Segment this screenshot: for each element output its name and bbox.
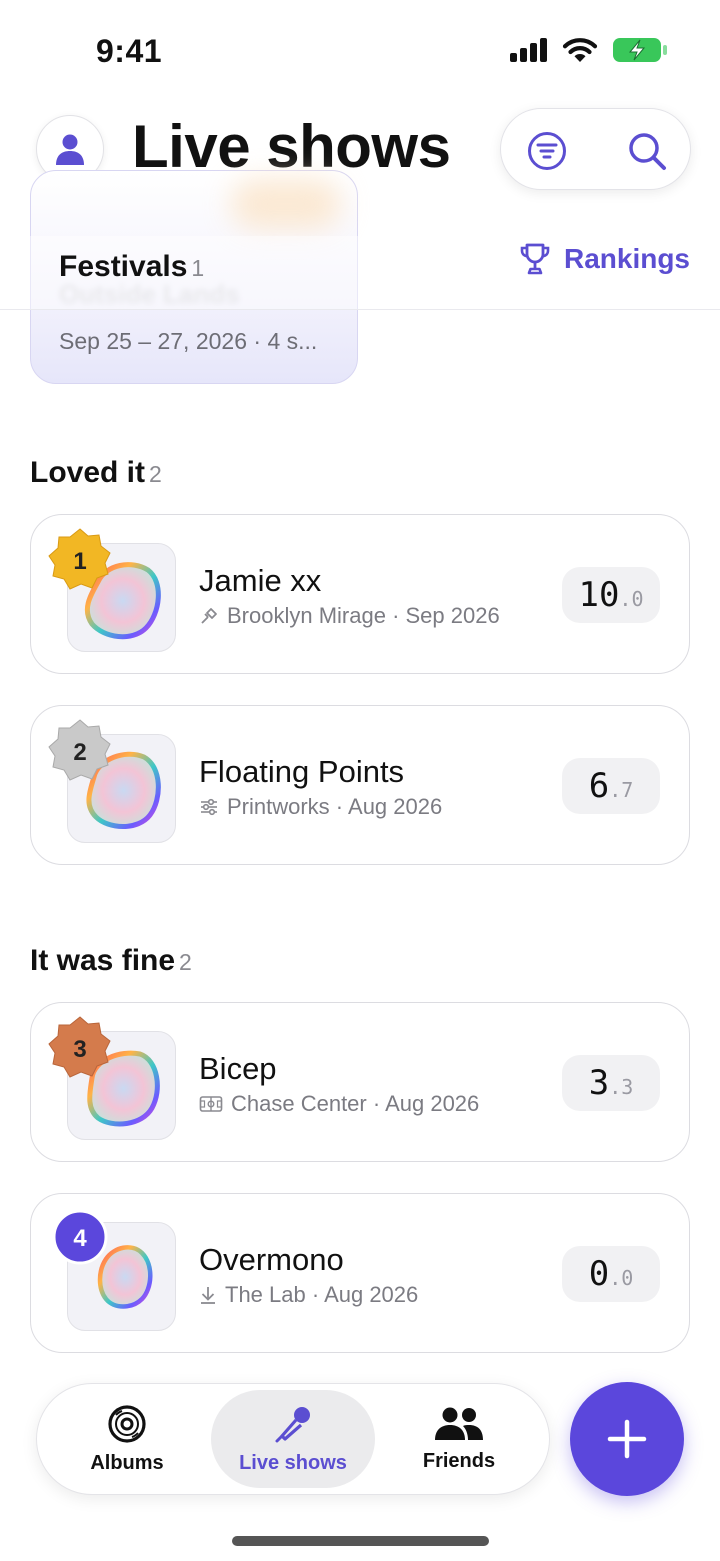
plus-icon: [607, 1419, 647, 1459]
section-title-it-was-fine: It was fine 2: [30, 944, 192, 978]
score-badge: 6.7: [562, 758, 660, 814]
rank-badge-silver: 2: [48, 719, 111, 781]
tab-label: Live shows: [239, 1451, 347, 1474]
show-card-overmono[interactable]: 4 Overmono The Lab · Aug 2026 0.0: [30, 1193, 690, 1353]
search-icon: [629, 133, 666, 170]
rank-badge-gold: 1: [48, 528, 111, 590]
tab-live-shows[interactable]: Live shows: [211, 1390, 375, 1488]
section-label: Loved it: [30, 456, 146, 489]
show-card-bicep[interactable]: 3 Bicep Chase Center · Aug 2026 3.3: [30, 1002, 690, 1162]
trophy-icon: [520, 243, 550, 275]
rank-number: 2: [73, 739, 86, 766]
festivals-section-title: Festivals 1: [59, 250, 204, 284]
tab-friends[interactable]: Friends: [377, 1390, 541, 1488]
section-label: It was fine: [30, 944, 176, 977]
score-badge: 3.3: [562, 1055, 660, 1111]
search-button[interactable]: [625, 129, 669, 173]
score-integer: 0: [588, 1254, 610, 1294]
add-show-button[interactable]: [570, 1382, 684, 1496]
person-icon: [56, 134, 84, 165]
tab-albums[interactable]: Albums: [45, 1390, 209, 1488]
show-meta: Printworks · Aug 2026: [199, 794, 442, 820]
score-integer: 10: [578, 575, 620, 615]
show-venue: Brooklyn Mirage · Sep 2026: [227, 603, 500, 628]
section-title-loved-it: Loved it 2: [30, 456, 162, 490]
stadium-icon: [199, 1096, 223, 1112]
score-decimal: .0: [609, 1266, 634, 1290]
battery-charging-icon: [613, 38, 667, 62]
show-venue: Printworks · Aug 2026: [227, 794, 443, 819]
status-time: 9:41: [96, 33, 163, 69]
status-bar: 9:41: [0, 0, 720, 100]
show-name: Floating Points: [199, 754, 405, 789]
filter-button[interactable]: [525, 129, 569, 173]
show-venue: Chase Center · Aug 2026: [231, 1091, 480, 1116]
tab-label: Friends: [422, 1449, 496, 1472]
show-meta: The Lab · Aug 2026: [199, 1282, 418, 1308]
score-decimal: .3: [609, 1075, 634, 1099]
festival-meta: Sep 25 – 27, 2026 · 4 s...: [59, 328, 318, 354]
score-badge: 0.0: [562, 1246, 660, 1302]
show-meta: Brooklyn Mirage · Sep 2026: [199, 603, 500, 629]
sliders-icon: [201, 798, 217, 816]
score-integer: 3: [588, 1063, 610, 1103]
wifi-icon: [562, 38, 598, 62]
cellular-signal-icon: [510, 38, 547, 62]
show-name: Bicep: [199, 1051, 277, 1086]
filter-icon: [528, 132, 566, 170]
status-icons: [510, 36, 668, 64]
pin-icon: [201, 608, 217, 624]
home-indicator: [232, 1536, 489, 1546]
rank-badge-4: 4: [52, 1209, 108, 1265]
rank-badge-bronze: 3: [48, 1016, 111, 1078]
microphone-icon: [275, 1406, 310, 1442]
section-count: 2: [149, 461, 162, 487]
show-meta: Chase Center · Aug 2026: [199, 1091, 479, 1117]
vinyl-icon: [108, 1404, 146, 1443]
show-name: Overmono: [199, 1242, 344, 1277]
festivals-header-bar: Festivals 1 Rankings: [0, 236, 720, 310]
score-badge: 10.0: [562, 567, 660, 623]
download-icon: [201, 1287, 215, 1304]
rank-number: 4: [73, 1225, 87, 1252]
tab-bar: Albums Live shows Friends: [36, 1383, 550, 1495]
score-integer: 6: [588, 766, 610, 806]
rankings-label: Rankings: [563, 243, 690, 274]
rank-number: 1: [73, 548, 86, 575]
rankings-button[interactable]: Rankings: [520, 242, 690, 276]
header-actions: [500, 108, 691, 190]
festival-artwork: [231, 179, 341, 229]
show-card-jamie-xx[interactable]: 1 Jamie xx Brooklyn Mirage · Sep 2026 10…: [30, 514, 690, 674]
tab-label: Albums: [90, 1451, 164, 1474]
section-count: 2: [179, 949, 192, 975]
people-icon: [435, 1407, 483, 1440]
festivals-label: Festivals: [59, 250, 188, 283]
show-venue: The Lab · Aug 2026: [225, 1282, 419, 1307]
rank-number: 3: [73, 1036, 86, 1063]
show-card-floating-points[interactable]: 2 Floating Points Printworks · Aug 2026 …: [30, 705, 690, 865]
festivals-count: 1: [191, 255, 205, 281]
score-decimal: .0: [619, 587, 644, 611]
show-name: Jamie xx: [199, 563, 322, 598]
score-decimal: .7: [609, 778, 634, 802]
